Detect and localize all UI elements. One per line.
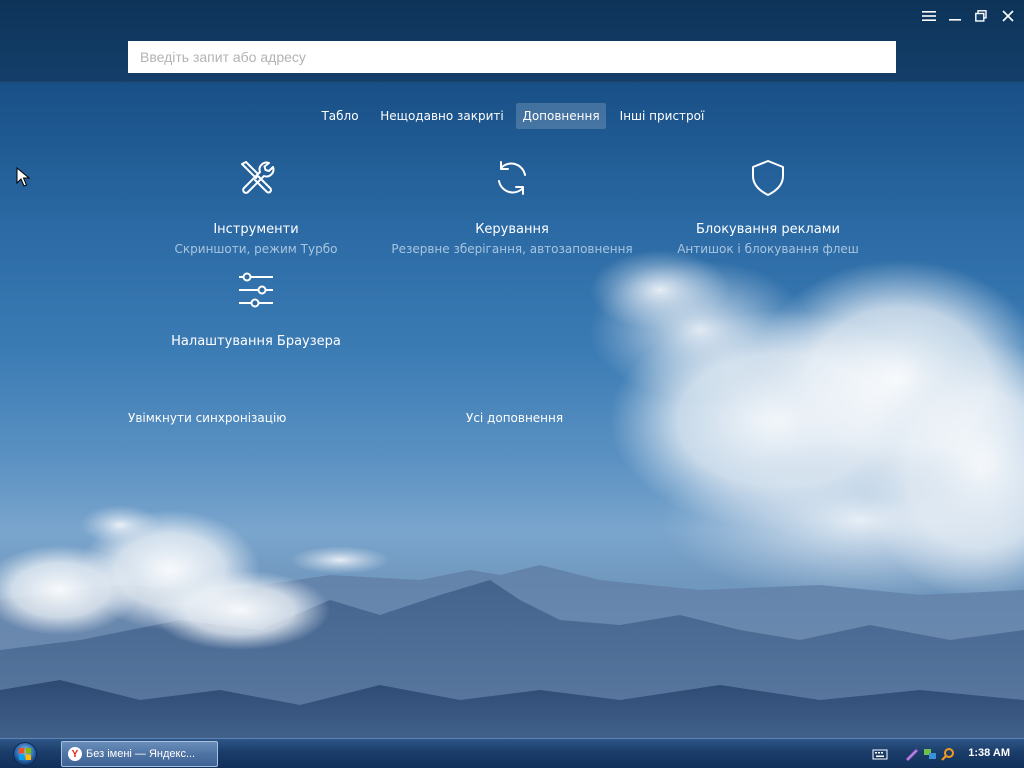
addon-tile-browser-settings[interactable]: Налаштування Браузера	[166, 270, 346, 354]
addon-tile-tools[interactable]: Інструменти Скриншоти, режим Турбо	[166, 158, 346, 262]
close-icon	[1002, 10, 1014, 22]
mouse-cursor-icon	[16, 167, 30, 187]
sync-icon	[498, 161, 526, 195]
keyboard-icon[interactable]	[872, 747, 888, 761]
tab-addons[interactable]: Доповнення	[516, 103, 606, 129]
addon-title: Інструменти	[213, 222, 299, 237]
address-search-input[interactable]	[128, 41, 896, 73]
wrench-screwdriver-icon	[241, 161, 275, 194]
browser-toolbar	[0, 0, 1024, 82]
addon-title: Керування	[475, 222, 549, 237]
sliders-icon	[239, 272, 273, 308]
page-tabs: Табло Нещодавно закриті Доповнення Інші …	[0, 103, 1024, 129]
tab-tablo[interactable]: Табло	[314, 103, 366, 129]
addon-subtitle: Резервне зберігання, автозаповнення	[391, 242, 633, 256]
addon-subtitle: Антишок і блокування флеш	[677, 242, 859, 256]
addon-tile-manage[interactable]: Керування Резервне зберігання, автозапов…	[382, 158, 642, 262]
taskbar-item-yandex-browser[interactable]: Y Без імені — Яндекс...	[61, 741, 218, 767]
minimize-icon	[949, 19, 961, 21]
shield-icon	[752, 160, 784, 196]
menu-button[interactable]	[917, 6, 941, 26]
addon-title: Блокування реклами	[696, 222, 840, 237]
network-icon[interactable]	[922, 747, 938, 761]
restore-button[interactable]	[969, 6, 993, 26]
pen-icon[interactable]	[904, 747, 920, 761]
tab-other-devices[interactable]: Інші пристрої	[614, 103, 710, 129]
addon-title: Налаштування Браузера	[171, 334, 341, 349]
tab-recently-closed[interactable]: Нещодавно закриті	[376, 103, 508, 129]
windows-start-orb-icon	[13, 742, 37, 766]
addon-tile-adblock[interactable]: Блокування реклами Антишок і блокування …	[668, 158, 868, 262]
screen: Табло Нещодавно закриті Доповнення Інші …	[0, 0, 1024, 768]
taskbar-item-label: Без імені — Яндекс...	[86, 748, 196, 760]
windows-taskbar: Y Без імені — Яндекс... 1:38 AM	[0, 738, 1024, 768]
enable-sync-link[interactable]: Увімкнути синхронізацію	[128, 411, 286, 425]
system-tray: 1:38 AM	[866, 739, 1024, 768]
yandex-browser-icon: Y	[68, 747, 82, 761]
addon-subtitle: Скриншоти, режим Турбо	[174, 242, 338, 256]
close-button[interactable]	[996, 6, 1020, 26]
minimize-button[interactable]	[943, 6, 967, 26]
menu-icon	[922, 11, 936, 21]
start-button[interactable]	[8, 741, 42, 767]
restore-icon	[975, 10, 987, 22]
taskbar-clock[interactable]: 1:38 AM	[968, 747, 1010, 759]
all-addons-link[interactable]: Усі доповнення	[466, 411, 563, 425]
search-icon[interactable]	[940, 747, 956, 761]
